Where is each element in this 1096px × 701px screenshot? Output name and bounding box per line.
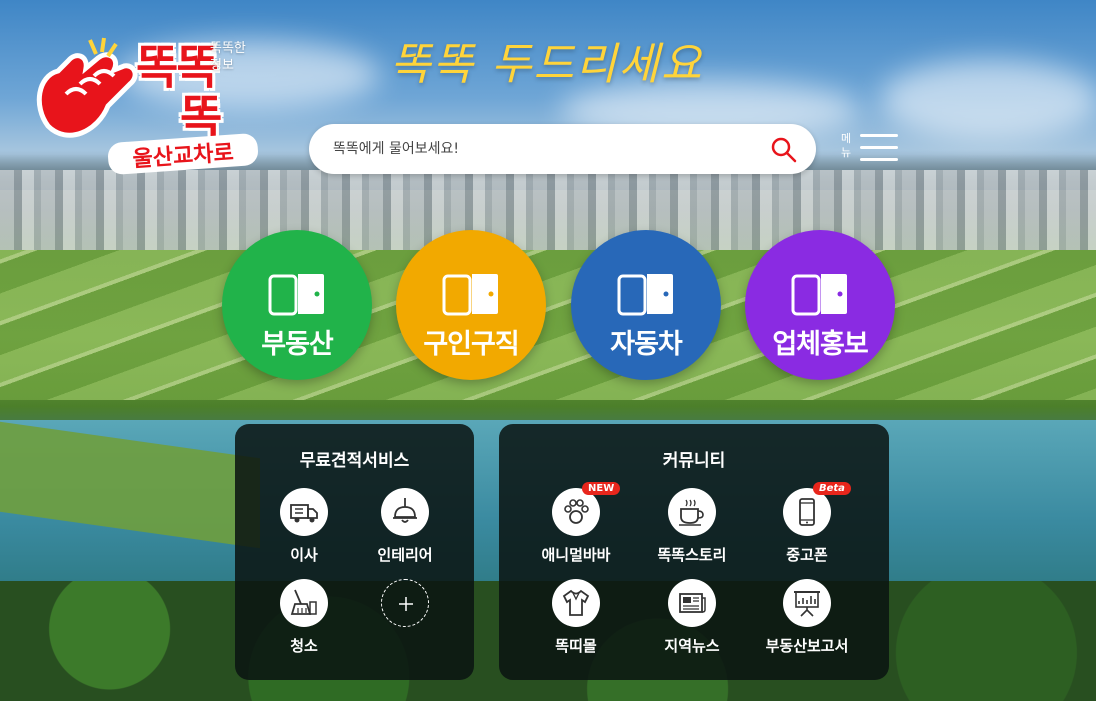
- community-ttokttok-story[interactable]: 똑똑스토리: [637, 488, 747, 565]
- service-cleaning[interactable]: 청소: [249, 579, 359, 656]
- logo-wordmark: 똑똑 똑: [134, 40, 223, 144]
- category-business-promo[interactable]: 업체홍보: [745, 230, 895, 380]
- community-ttokti-mall[interactable]: 똑띠몰: [521, 579, 631, 656]
- service-add[interactable]: [350, 579, 460, 627]
- new-badge: NEW: [582, 482, 621, 495]
- shirt-icon: [552, 579, 600, 627]
- category-label: 자동차: [610, 329, 683, 360]
- beta-badge: Beta: [813, 482, 851, 495]
- panel-title: 무료견적서비스: [299, 451, 410, 471]
- smartphone-icon: Beta: [783, 482, 851, 536]
- paw-icon: NEW: [552, 482, 621, 536]
- search-icon[interactable]: [770, 136, 798, 164]
- door-icon: [442, 274, 498, 316]
- site-logo[interactable]: 똑똑 똑 울산교차로 똑똑한 정보: [24, 14, 264, 176]
- menu-label: 메뉴: [840, 132, 852, 159]
- community-panel: 커뮤니티 NEW 애니멀바바 똑똑스토리 Beta 중고폰 똑띠몰 지역뉴스 부…: [499, 424, 889, 680]
- estimate-service-panel: 무료견적서비스 이사 인테리어 청소: [235, 424, 474, 680]
- door-icon: [791, 274, 847, 316]
- search-input[interactable]: [333, 136, 753, 162]
- category-cars[interactable]: 자동차: [571, 230, 721, 380]
- broom-icon: [280, 579, 328, 627]
- community-real-estate-report[interactable]: 부동산보고서: [752, 579, 862, 656]
- category-label: 부동산: [261, 329, 334, 360]
- door-icon: [268, 274, 324, 316]
- search-bar: [309, 124, 816, 174]
- pendant-lamp-icon: [381, 488, 429, 536]
- presentation-board-icon: [783, 579, 831, 627]
- community-local-news[interactable]: 지역뉴스: [637, 579, 747, 656]
- category-real-estate[interactable]: 부동산: [222, 230, 372, 380]
- panel-title: 커뮤니티: [662, 451, 726, 471]
- menu-button[interactable]: 메뉴: [840, 132, 904, 166]
- service-interior[interactable]: 인테리어: [350, 488, 460, 565]
- community-used-phone[interactable]: Beta 중고폰: [752, 482, 862, 565]
- knocking-hand-icon: [36, 37, 138, 138]
- hamburger-icon: [860, 134, 898, 162]
- category-label: 구인구직: [423, 329, 519, 360]
- page-headline: 똑똑 두드리세요: [390, 39, 704, 90]
- category-label: 업체홍보: [772, 329, 868, 360]
- newspaper-icon: [668, 579, 716, 627]
- category-jobs[interactable]: 구인구직: [396, 230, 546, 380]
- community-animal-baba[interactable]: NEW 애니멀바바: [521, 482, 631, 565]
- plus-icon: [381, 579, 429, 627]
- moving-truck-icon: [280, 488, 328, 536]
- door-icon: [617, 274, 673, 316]
- service-moving[interactable]: 이사: [249, 488, 359, 565]
- coffee-cup-icon: [668, 488, 716, 536]
- logo-tagline: 똑똑한 정보: [210, 41, 246, 73]
